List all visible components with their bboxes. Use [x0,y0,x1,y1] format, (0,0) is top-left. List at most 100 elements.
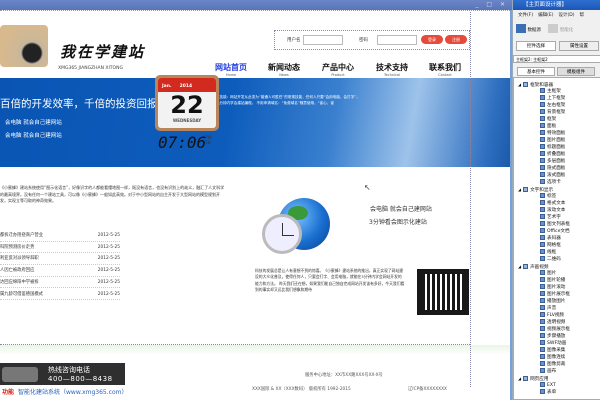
tree-item[interactable]: 隐式面板 [540,165,565,172]
datasource-icon [516,24,526,33]
tree-item[interactable]: 图片轮播 [540,277,565,284]
mouse-cursor-icon: ↖ [364,183,371,192]
tree-item-label: 视频展示框 [547,327,570,332]
collapse-icon[interactable]: ◢ [518,187,521,192]
tree-item[interactable]: 透明视频 [540,319,565,326]
tree-item[interactable]: Office文档 [540,228,570,235]
nav-news[interactable]: 新闻动态 News [259,62,309,77]
tree-item[interactable]: 图片滚动 [540,284,565,291]
tree-item[interactable]: 折叠面板 [540,151,565,158]
tree-item[interactable]: 标签 [540,193,556,200]
tree-item[interactable]: 格式文本 [540,200,565,207]
tree-item[interactable]: 网格框 [540,242,561,249]
menu-edit[interactable]: 编辑(E) [538,13,553,18]
tree-item[interactable]: 图像剪裁 [540,361,565,368]
tree-item[interactable]: 播放图片 [540,298,565,305]
tab-basic-controls[interactable]: 基本控件 [517,67,555,76]
tree-item[interactable]: 线框 [540,249,556,256]
toolbar: 数据源 智能化 [516,24,573,33]
control-icon [540,312,545,317]
tree-item[interactable]: EXT [540,382,556,389]
tree-item[interactable]: 多层面板 [540,158,565,165]
tree-item[interactable]: 图片 [540,270,556,277]
news-item[interactable]: 人因亡被政府回应 2012-5-25 [0,265,120,277]
tree-item[interactable]: 特效面板 [540,130,565,137]
control-icon [540,242,545,247]
control-select-button[interactable]: 控件选择 [516,41,556,51]
menu-help[interactable]: 帮 [579,13,584,18]
tree-item[interactable]: 图片展示框 [540,291,570,298]
nav-contact[interactable]: 联系我们 Contact [420,62,470,77]
nav-product[interactable]: 产品中心 Product [313,62,363,77]
frame-border [0,344,470,345]
news-item[interactable]: 达回应绵阳中学被拆 2012-5-25 [0,277,120,289]
tree-item[interactable]: 视频展示框 [540,326,570,333]
banner: 百倍的开发效率，千倍的投资回报 会电脑 就会自己建网站 会电脑 就会自己建网站 … [0,78,510,167]
promo-line: 3分钟看会图示化建站 [369,219,427,226]
tree-item[interactable]: 声音 [540,305,556,312]
username-input[interactable] [303,35,343,45]
tree-item[interactable]: SWF动画 [540,340,566,347]
smart-button[interactable]: 智能化 [560,28,574,33]
hotline-banner: 热线咨询电话 400—800—8438 [0,363,125,385]
tree-item[interactable]: 滚动文本 [540,207,565,214]
hotline-number: 400—800—8438 [48,375,113,383]
brand-link[interactable]: 功能 智能化建站系统（www.xmg365.com） [2,387,127,396]
tree-group[interactable]: ◢ 文字和显示 [518,186,553,193]
path-field[interactable]: 主框架2: 主框架2 [513,55,600,63]
tree-item[interactable]: 表单 [540,389,556,396]
login-button[interactable]: 登录 [421,35,443,44]
tree-item-label: 图像连续 [547,355,566,360]
property-settings-button[interactable]: 属性设置 [559,41,599,51]
tree-item[interactable]: 图像连续 [540,354,565,361]
menu-file[interactable]: 文件(F) [518,13,533,18]
news-item[interactable]: 科院预测房价走势 2012-5-25 [0,242,120,254]
control-icon [540,319,545,324]
tree-item-label: 线框 [547,250,557,255]
logo-subtitle: XMG365 JIANGZHAN XITONG [58,66,123,71]
tree-item[interactable]: 艺术字 [540,214,561,221]
folder-icon [523,376,529,381]
tree-group[interactable]: ◢ 网页应用 [518,375,548,382]
tree-item[interactable]: 选项卡 [540,179,561,186]
tree-item-label: 主框架 [547,89,561,94]
tree-item[interactable]: 图像采集 [540,347,565,354]
tree-group[interactable]: ◢ 框架和容器 [518,81,553,88]
tree-item[interactable]: 左右框架 [540,102,565,109]
tree-item[interactable]: 主框架 [540,88,561,95]
tree-item[interactable]: FLV视频 [540,312,564,319]
tree-item-label: 步骤播放 [547,334,566,339]
tree-item[interactable]: 二维码 [540,256,561,263]
tree-item[interactable]: 上下框架 [540,95,565,102]
collapse-icon[interactable]: ◢ [518,376,521,381]
tree-item[interactable]: 面板 [540,123,556,130]
register-button[interactable]: 注册 [445,35,467,44]
control-icon [540,382,545,387]
tree-item[interactable]: 图片面板 [540,137,565,144]
tab-template-components[interactable]: 模板组件 [557,67,595,76]
datasource-button[interactable]: 数据源 [527,28,541,33]
collapse-icon[interactable]: ◢ [518,82,521,87]
tree-item[interactable]: 步骤播放 [540,333,565,340]
nav-technical[interactable]: 技术支持 Technical [367,62,417,77]
tree-item[interactable]: 滚式面板 [540,172,565,179]
news-item[interactable]: 属九龄可借鉴德国模式 2012-5-25 [0,289,120,300]
control-icon [540,228,545,233]
collapse-icon[interactable]: ◢ [518,264,521,269]
tree-item[interactable]: 表码器 [540,235,561,242]
password-input[interactable] [377,35,417,45]
news-item[interactable]: 都拆迁办阻挠商户营业 2012-5-25 [0,230,120,242]
password-label: 密码 [359,38,368,43]
tree-item[interactable]: 标题面板 [540,144,565,151]
news-item[interactable]: 利亚反对派领导辞职 2012-5-25 [0,253,120,265]
tree-group[interactable]: ◢ 声画视频 [518,263,548,270]
designer-canvas: _ □ ✕ 我在学建站 XMG365 JIANGZHAN XITONG 用户名 … [0,0,512,400]
menu-design[interactable]: 设计(D) [558,13,574,18]
tree-item[interactable]: 背景框架 [540,109,565,116]
clock-icon [262,214,302,254]
tree-item-label: 图片滚动 [547,285,566,290]
tree-item[interactable]: 框架 [540,116,556,123]
window-controls[interactable]: _ □ ✕ [475,1,508,8]
tree-item[interactable]: 图文列表框 [540,221,570,228]
tree-item[interactable]: 画布 [540,368,556,375]
